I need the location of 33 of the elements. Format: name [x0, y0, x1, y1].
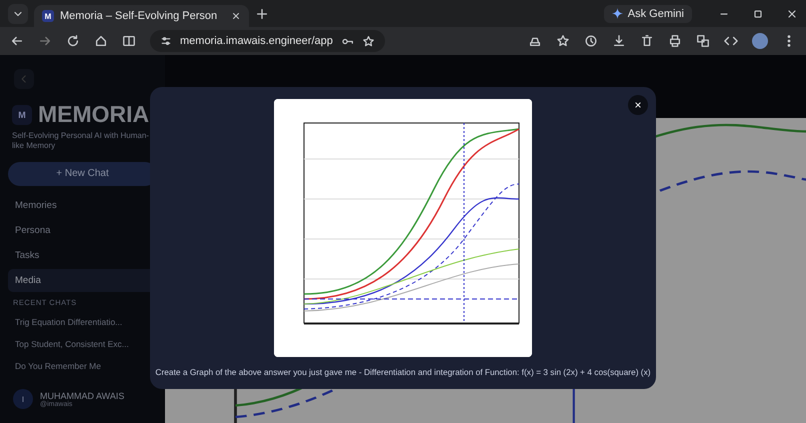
- sparkle-icon: [612, 8, 623, 19]
- logo-badge: M: [12, 104, 32, 124]
- user-name: MUHAMMAD AWAIS: [40, 390, 124, 400]
- tab-close-icon[interactable]: [231, 11, 241, 21]
- close-button[interactable]: ×: [628, 95, 648, 115]
- image-caption: Create a Graph of the above answer you just gave me - Differentiation and integration of Function: f(x) = 3 sin (2x) + 4 cos(square) (x): [155, 367, 651, 377]
- url-text: memoria.imawais.engineer/app: [180, 35, 333, 47]
- tab-title: Memoria – Self-Evolving Person: [60, 10, 218, 22]
- address-bar[interactable]: memoria.imawais.engineer/app: [150, 30, 385, 52]
- home-icon[interactable]: [94, 34, 108, 48]
- reload-icon[interactable]: [66, 34, 80, 48]
- app-tagline: Self-Evolving Personal AI with Human-like Memory: [12, 131, 150, 152]
- favicon: M: [42, 10, 54, 22]
- site-settings-icon[interactable]: [160, 35, 172, 47]
- back-icon[interactable]: [10, 34, 24, 48]
- code-icon[interactable]: [724, 34, 738, 48]
- printer-icon[interactable]: [668, 34, 682, 48]
- tab-search-button[interactable]: [8, 4, 28, 24]
- bookmark-star-icon[interactable]: [556, 34, 570, 48]
- new-tab-icon[interactable]: [255, 6, 269, 20]
- download-icon[interactable]: [612, 34, 626, 48]
- avatar-icon[interactable]: [752, 33, 768, 49]
- trash-icon[interactable]: [640, 34, 654, 48]
- ask-gemini-button[interactable]: Ask Gemini: [604, 4, 692, 22]
- close-icon[interactable]: [786, 8, 798, 20]
- history-icon[interactable]: [584, 34, 598, 48]
- browser-tab[interactable]: M Memoria – Self-Evolving Person: [34, 5, 249, 27]
- user-avatar: I: [13, 389, 33, 409]
- star-icon[interactable]: [362, 34, 375, 48]
- split-view-icon[interactable]: [122, 34, 136, 48]
- restore-icon[interactable]: [752, 8, 764, 20]
- app-title: MEMORIA: [38, 101, 150, 128]
- forward-icon[interactable]: [38, 34, 52, 48]
